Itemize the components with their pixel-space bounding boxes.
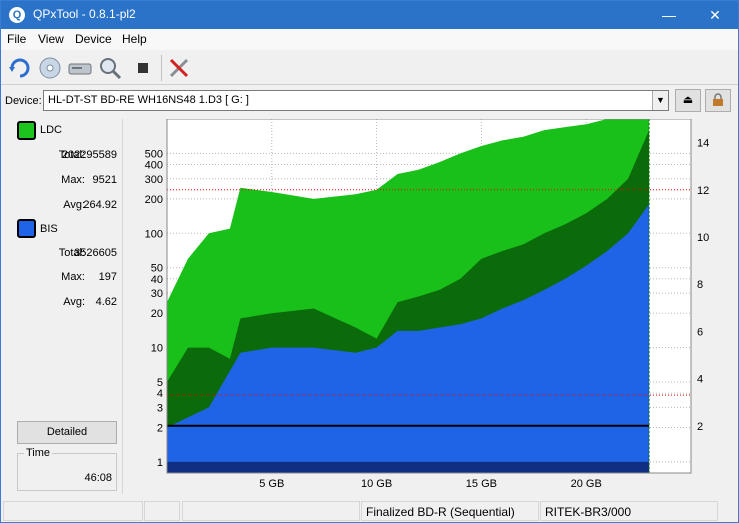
menu-device[interactable]: Device xyxy=(75,32,112,46)
status-disc-type: Finalized BD-R (Sequential) xyxy=(361,501,539,521)
lock-button[interactable] xyxy=(705,89,731,112)
x-tick-label: 5 GB xyxy=(259,478,284,490)
menu-bar: File View Device Help xyxy=(1,29,738,50)
bis-avg-value: 4.62 xyxy=(95,296,117,308)
left-tick-label: 100 xyxy=(145,228,163,240)
device-select[interactable]: HL-DT-ST BD-RE WH16NS48 1.D3 [ G: ] ▼ xyxy=(43,90,669,111)
bis-total-value: 3526605 xyxy=(74,247,117,259)
left-tick-label: 300 xyxy=(145,174,163,186)
right-tick-label: 12 xyxy=(697,185,709,197)
left-tick-label: 200 xyxy=(145,194,163,206)
left-tick-label: 10 xyxy=(151,343,163,355)
status-media-id: RITEK-BR3/000 xyxy=(540,501,718,521)
status-cell-1 xyxy=(3,501,143,521)
ldc-avg-value: 264.92 xyxy=(83,199,117,211)
stats-panel: LDC Total: 202295589 Max: 9521 Avg: 264.… xyxy=(5,119,121,493)
time-group: Time 46:08 xyxy=(17,447,117,491)
lock-icon xyxy=(713,93,723,106)
close-button[interactable]: ✕ xyxy=(692,1,738,29)
right-tick-label: 8 xyxy=(697,279,703,291)
status-bar: Finalized BD-R (Sequential) RITEK-BR3/00… xyxy=(1,499,738,522)
refresh-icon[interactable] xyxy=(6,55,34,81)
menu-help[interactable]: Help xyxy=(122,32,147,46)
left-tick-label: 1 xyxy=(157,457,163,469)
left-tick-label: 2 xyxy=(157,423,163,435)
right-tick-label: 2 xyxy=(697,421,703,433)
bis-legend-label: BIS xyxy=(40,223,58,235)
menu-view[interactable]: View xyxy=(38,32,64,46)
chevron-down-icon[interactable]: ▼ xyxy=(652,91,668,110)
toolbar xyxy=(1,51,738,85)
app-window: Q QPxTool - 0.8.1-pl2 — ✕ File View Devi… xyxy=(0,0,739,523)
chart-area: 1 2 3 4 5 10 20 30 40 50 100 200 300 400 500 5 GB 10 GB 1… xyxy=(123,118,737,493)
ldc-max-value: 9521 xyxy=(92,174,117,186)
left-tick-label: 50 xyxy=(151,263,163,275)
x-tick-label: 20 GB xyxy=(571,478,602,490)
right-tick-label: 14 xyxy=(697,138,709,150)
left-tick-label: 3 xyxy=(157,402,163,414)
stop-icon[interactable] xyxy=(129,55,157,81)
time-label: Time xyxy=(24,447,53,459)
left-tick-label: 20 xyxy=(151,308,163,320)
status-cell-2 xyxy=(144,501,180,521)
left-tick-label: 500 xyxy=(145,148,163,160)
scan-icon[interactable] xyxy=(96,55,124,81)
bis-series-core-area xyxy=(167,461,650,473)
ldc-legend-label: LDC xyxy=(40,124,63,136)
toolbar-separator xyxy=(161,55,162,81)
app-icon: Q xyxy=(9,7,25,23)
detailed-button[interactable]: Detailed xyxy=(17,421,117,444)
title-bar[interactable]: Q QPxTool - 0.8.1-pl2 — ✕ xyxy=(1,1,738,29)
left-tick-label: 30 xyxy=(151,288,163,300)
right-tick-label: 6 xyxy=(697,326,703,338)
bis-max-value: 197 xyxy=(98,271,117,283)
status-cell-3 xyxy=(182,501,360,521)
drive-icon[interactable] xyxy=(66,55,94,81)
menu-file[interactable]: File xyxy=(7,32,26,46)
eject-button[interactable]: ⏏ xyxy=(675,89,701,112)
time-value: 46:08 xyxy=(84,472,112,484)
x-tick-label: 10 GB xyxy=(361,478,392,490)
device-select-value: HL-DT-ST BD-RE WH16NS48 1.D3 [ G: ] xyxy=(48,94,249,106)
right-tick-label: 4 xyxy=(697,374,703,386)
bis-color-swatch xyxy=(17,219,36,238)
left-tick-label: 400 xyxy=(145,159,163,171)
disc-icon[interactable] xyxy=(36,55,64,81)
device-label: Device: xyxy=(5,95,42,107)
ldc-total-value: 202295589 xyxy=(61,149,117,161)
right-tick-label: 10 xyxy=(697,232,709,244)
left-tick-label: 40 xyxy=(151,274,163,286)
device-bar: Device: HL-DT-ST BD-RE WH16NS48 1.D3 [ G… xyxy=(1,88,738,114)
window-title: QPxTool - 0.8.1-pl2 xyxy=(33,7,136,21)
ldc-bis-chart: 1234510203040501002003004005005 GB 10 GB 1… xyxy=(145,118,709,490)
left-tick-label: 4 xyxy=(157,388,163,400)
ldc-color-swatch xyxy=(17,121,36,140)
x-tick-label: 15 GB xyxy=(466,478,497,490)
left-tick-label: 5 xyxy=(157,377,163,389)
tools-icon[interactable] xyxy=(166,55,194,81)
